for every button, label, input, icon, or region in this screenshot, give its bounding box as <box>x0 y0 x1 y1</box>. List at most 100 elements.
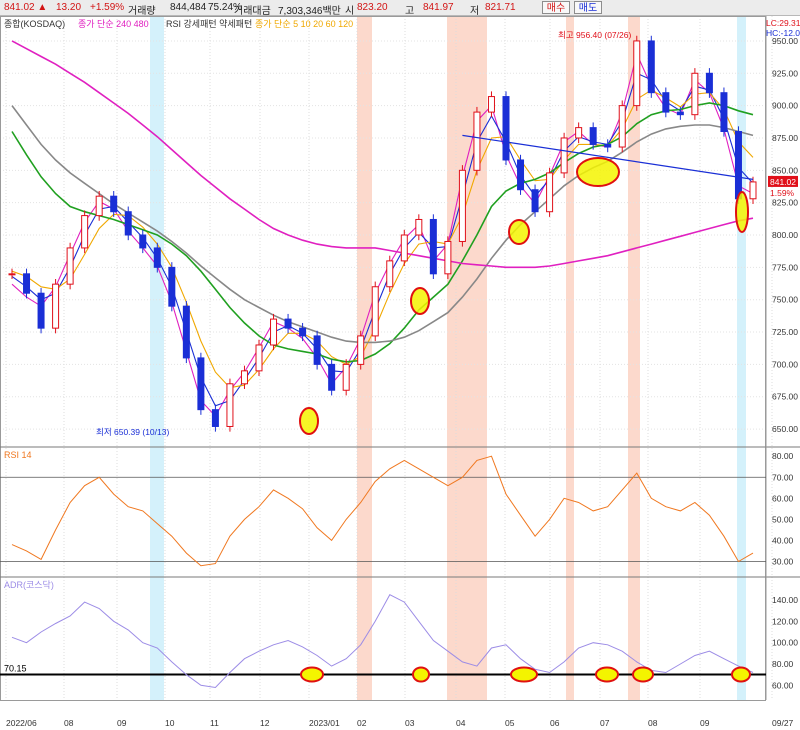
candle-body <box>386 260 394 288</box>
y-tick-label: 825.00 <box>772 198 798 208</box>
highlight-ellipse <box>508 219 530 245</box>
candle-body <box>153 247 161 268</box>
candle-body <box>211 409 219 427</box>
candle-body <box>734 131 742 200</box>
legend-ma-long: 종가 단순 240 480 <box>78 19 149 29</box>
current-price: 841.02 ▲ <box>4 2 48 13</box>
buy-button[interactable]: 매수 <box>542 1 570 14</box>
candle-body <box>81 215 89 249</box>
candle-body <box>517 159 525 191</box>
adr-tick-label: 100.00 <box>772 638 798 648</box>
candle-body <box>124 211 132 236</box>
open-value: 823.20 <box>357 2 388 13</box>
price-change-pct: +1.59% <box>90 2 125 13</box>
legend-rsi-pattern: RSI 강세패턴 약세패턴 <box>166 18 252 29</box>
x-tick-label: 10 <box>165 718 175 728</box>
high-annotation: 최고 956.40 (07/26) <box>558 30 631 40</box>
candle-body <box>400 234 408 262</box>
highlight-band-pink <box>566 16 574 700</box>
low-value: 821.71 <box>485 2 516 13</box>
x-tick-label: 02 <box>357 718 367 728</box>
candle-body <box>749 181 757 200</box>
candle-body <box>226 383 234 427</box>
candle-body <box>110 195 118 213</box>
candle-body <box>720 92 728 132</box>
adr-highlight-ellipse <box>731 666 751 683</box>
low-annotation: 최저 650.39 (10/13) <box>96 427 169 437</box>
adr-highlight-ellipse <box>300 666 324 683</box>
candle-body <box>415 218 423 236</box>
highlight-ellipse <box>735 191 749 233</box>
rsi-title: RSI 14 <box>4 450 32 460</box>
y-tick-label: 675.00 <box>772 392 798 402</box>
y-tick-label: 900.00 <box>772 101 798 111</box>
x-tick-label: 08 <box>64 718 74 728</box>
y-tick-label: 700.00 <box>772 359 798 369</box>
candle-body <box>604 143 612 148</box>
price-toolbar: 841.02 ▲ 13.20 +1.59% 거래량 844,484 75.24%… <box>0 0 800 17</box>
candle-body <box>487 96 495 113</box>
highlight-band-cyan <box>737 16 746 700</box>
legend-title: 종합(KOSDAQ) <box>4 19 65 29</box>
highlight-band-cyan <box>150 16 164 700</box>
ma-60-line <box>11 102 754 363</box>
y-tick-label: 850.00 <box>772 165 798 175</box>
rsi-tick-label: 80.00 <box>772 451 794 461</box>
candle-body <box>182 305 190 359</box>
candle-body <box>560 137 568 174</box>
current-pct-label: 1.59% <box>770 188 795 198</box>
candle-body <box>270 318 278 346</box>
volume-value: 844,484 <box>170 2 207 13</box>
adr-tick-label: 120.00 <box>772 616 798 626</box>
volume-label: 거래량 <box>128 6 156 17</box>
candle-body <box>284 318 292 329</box>
ma-10-line <box>11 72 754 407</box>
open-label: 시 <box>345 6 355 17</box>
y-tick-label: 750.00 <box>772 295 798 305</box>
adr-highlight-ellipse <box>595 666 619 683</box>
adr-tick-label: 80.00 <box>772 659 794 669</box>
y-tick-label: 875.00 <box>772 133 798 143</box>
amount-label: 거래대금 <box>234 6 271 17</box>
candle-body <box>357 335 365 365</box>
candle-body <box>429 218 437 275</box>
y-tick-label: 775.00 <box>772 262 798 272</box>
candle-body <box>371 286 379 337</box>
candle-body <box>647 40 655 94</box>
candle-body <box>37 292 45 329</box>
candle-body <box>575 127 583 139</box>
candle-body <box>546 172 554 213</box>
adr-level-label: 70.15 <box>4 664 27 674</box>
x-tick-label: 12 <box>260 718 270 728</box>
candle-body <box>52 283 60 329</box>
x-tick-label: 08 <box>648 718 658 728</box>
candle-body <box>95 195 103 217</box>
x-tick-label: 07 <box>600 718 610 728</box>
highlight-band-pink <box>628 16 640 700</box>
candle-body <box>662 92 670 113</box>
sell-button[interactable]: 매도 <box>574 1 602 14</box>
highlight-ellipse <box>576 157 620 187</box>
candle-body <box>139 234 147 249</box>
high-label: 고 <box>405 6 415 17</box>
candle-body <box>168 266 176 307</box>
candle-body <box>66 247 74 285</box>
legend-ma-short: 종가 단순 5 10 20 60 120 <box>255 19 353 29</box>
candle-body <box>618 105 626 148</box>
y-tick-label: 650.00 <box>772 424 798 434</box>
candle-body <box>299 327 307 337</box>
y-tick-label: 925.00 <box>772 68 798 78</box>
x-tick-label: 11 <box>210 718 219 728</box>
stock-chart: 650.00 675.00 700.00 725.00 750.00 775.00 800.… <box>0 16 800 728</box>
candle-body <box>676 111 684 116</box>
candle-body <box>691 72 699 116</box>
price-change: 13.20 <box>56 2 82 13</box>
candle-body <box>8 273 16 276</box>
candle-body <box>531 189 539 213</box>
highlight-ellipse <box>299 407 319 435</box>
amount-value: 7,303,346백만 <box>278 6 341 17</box>
candle-body <box>633 40 641 107</box>
adr-highlight-ellipse <box>632 666 654 683</box>
x-tick-label: 03 <box>405 718 415 728</box>
candle-body <box>705 72 713 94</box>
